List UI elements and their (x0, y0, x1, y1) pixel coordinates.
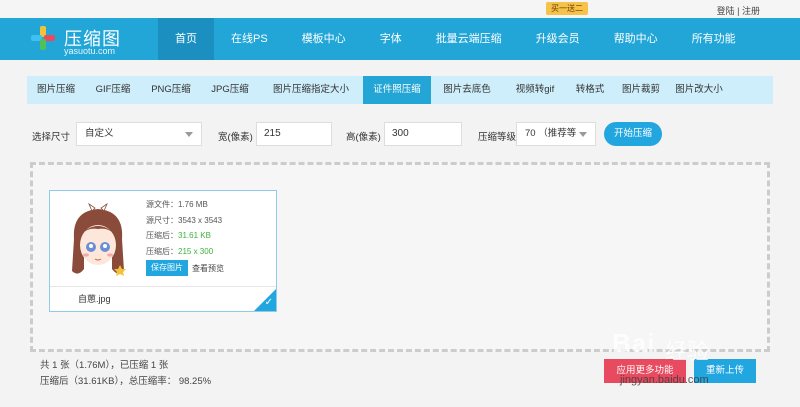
compressed-dims-row: 压缩后：215 x 300 (146, 244, 222, 260)
level-select-value: 70 （推荐等 (525, 128, 577, 139)
nav-batch-compress[interactable]: 批量云端压缩 (419, 18, 519, 60)
height-label: 高(像素) (346, 132, 381, 143)
chevron-down-icon (579, 132, 587, 137)
compress-options: 选择尺寸 自定义 宽(像素) 215 高(像素) 300 压缩等级 70 （推荐… (32, 122, 772, 146)
source-size: 源文件：1.76 MB (146, 200, 208, 209)
file-result-card: 源文件：1.76 MB 源尺寸：3543 x 3543 压缩后：31.61 KB… (49, 190, 277, 312)
compressed-dimensions: 215 x 300 (178, 246, 214, 256)
nav-home[interactable]: 首页 (158, 18, 214, 60)
login-link[interactable]: 登陆 (717, 6, 735, 16)
watermark-url: jingyan.baidu.com (620, 374, 709, 386)
tab-gif-compress[interactable]: GIF压缩 (85, 76, 141, 104)
summary-ratio: 压缩后（31.61KB），总压缩率： 98.25% (40, 376, 212, 387)
separator: | (737, 6, 740, 16)
width-input[interactable]: 215 (256, 122, 332, 146)
size-select[interactable]: 自定义 (76, 122, 202, 146)
tab-compress-to-size[interactable]: 图片压缩指定大小 (259, 76, 363, 104)
nav-all-features[interactable]: 所有功能 (675, 18, 753, 60)
tab-crop[interactable]: 图片裁剪 (613, 76, 669, 104)
divider (50, 286, 276, 287)
size-select-value: 自定义 (85, 128, 114, 139)
nav-online-ps[interactable]: 在线PS (214, 18, 285, 60)
level-label: 压缩等级 (478, 132, 517, 143)
height-input[interactable]: 300 (384, 122, 462, 146)
tool-tabs: 图片压缩 GIF压缩 PNG压缩 JPG压缩 图片压缩指定大小 证件照压缩 图片… (27, 76, 773, 104)
logo-cross-icon (31, 26, 55, 50)
tab-convert-format[interactable]: 转格式 (567, 76, 613, 104)
size-label: 选择尺寸 (32, 132, 71, 143)
image-thumbnail[interactable] (62, 199, 134, 281)
tab-remove-background[interactable]: 图片去底色 (431, 76, 503, 104)
tab-video-to-gif[interactable]: 视频转gif (503, 76, 567, 104)
logo-domain: yasuotu.com (64, 46, 116, 56)
watermark-brand: Bai (612, 328, 656, 358)
watermark-brand-2: 经验 (665, 339, 710, 364)
tab-jpg-compress[interactable]: JPG压缩 (201, 76, 259, 104)
compressed-dims-label: 压缩后： (146, 246, 178, 256)
top-utility-bar: 登陆 | 注册 (0, 0, 800, 18)
save-image-button[interactable]: 保存图片 (146, 260, 188, 276)
compressed-size-row: 压缩后：31.61 KB (146, 228, 222, 244)
tab-image-compress[interactable]: 图片压缩 (27, 76, 85, 104)
checkmark-icon: ✓ (264, 297, 273, 308)
site-header: 压缩图 yasuotu.com 首页 在线PS 模板中心 字体 批量云端压缩 升… (0, 18, 800, 60)
login-register-links: 登陆 | 注册 (717, 4, 760, 17)
file-info: 源文件：1.76 MB 源尺寸：3543 x 3543 压缩后：31.61 KB… (146, 197, 222, 259)
level-select[interactable]: 70 （推荐等 (516, 122, 596, 146)
preview-link[interactable]: 查看预览 (192, 263, 224, 274)
summary-count: 共 1 张（1.76M），已压缩 1 张 (40, 360, 169, 371)
site-logo[interactable]: 压缩图 yasuotu.com (30, 23, 160, 57)
chevron-down-icon (185, 132, 193, 137)
nav-fonts[interactable]: 字体 (363, 18, 419, 60)
compress-summary: 共 1 张（1.76M），已压缩 1 张 压缩后（31.61KB），总压缩率： … (40, 358, 211, 390)
source-dimensions: 源尺寸：3543 x 3543 (146, 215, 223, 225)
nav-templates[interactable]: 模板中心 (285, 18, 363, 60)
main-nav: 首页 在线PS 模板中心 字体 批量云端压缩 升级会员 帮助中心 所有功能 (158, 18, 753, 60)
tab-resize[interactable]: 图片改大小 (669, 76, 729, 104)
nav-help-center[interactable]: 帮助中心 (597, 18, 675, 60)
start-compress-button[interactable]: 开始压缩 (604, 122, 662, 146)
width-label: 宽(像素) (218, 132, 253, 143)
register-link[interactable]: 注册 (742, 6, 760, 16)
file-name: 自蒽.jpg (78, 294, 111, 304)
tab-png-compress[interactable]: PNG压缩 (141, 76, 201, 104)
compressed-size: 31.61 KB (178, 231, 211, 240)
compressed-size-label: 压缩后： (146, 231, 178, 240)
promo-badge: 买一送二 (546, 2, 588, 15)
tab-id-photo-compress[interactable]: 证件照压缩 (363, 76, 431, 104)
nav-upgrade-vip[interactable]: 升级会员 (519, 18, 597, 60)
